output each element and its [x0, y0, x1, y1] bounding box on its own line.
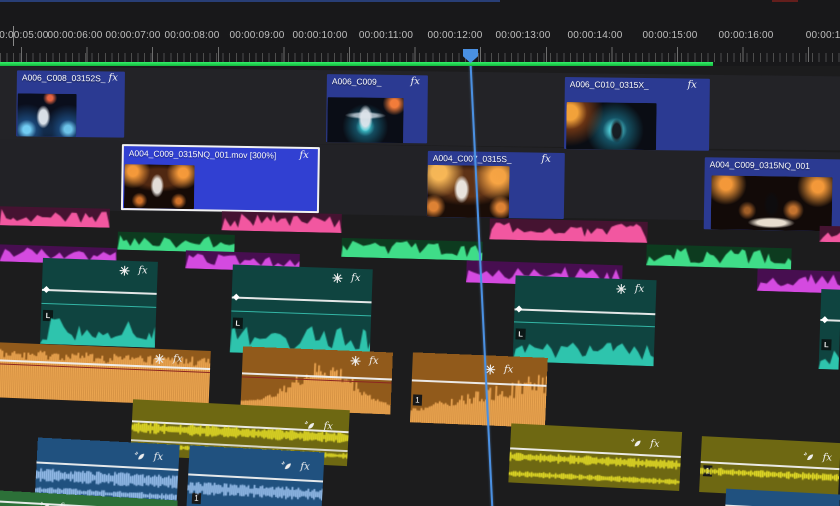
- video-clip[interactable]: A006_C010_0315X_ fx: [564, 77, 710, 151]
- fx-badge: fx: [634, 283, 645, 295]
- rendered-preview-bar: [0, 62, 713, 66]
- fx-badge: fx: [368, 355, 379, 367]
- audio-clip[interactable]: [0, 206, 110, 228]
- ruler-minor-ticks: [0, 53, 840, 62]
- fx-badge: fx: [138, 265, 148, 277]
- video-clip[interactable]: A006_C008_03152S_ fx: [16, 70, 125, 138]
- clip-thumbnail: [710, 175, 833, 232]
- channel-divider: [513, 321, 655, 328]
- volume-line[interactable]: [514, 308, 656, 315]
- clip-label: A004_C007_0315S_: [432, 152, 512, 165]
- waveform: [221, 211, 342, 233]
- clip-thumbnail: [123, 164, 195, 210]
- fx-badge: fx: [108, 72, 118, 84]
- clip-label: A006_C009_: [331, 76, 382, 87]
- waveform: [819, 225, 840, 243]
- video-clip[interactable]: A004_C007_0315S_ fx: [426, 150, 565, 220]
- fx-badge: fx: [541, 153, 551, 165]
- waveform: [410, 359, 548, 428]
- ruler-timecode: 00:00:13:00: [495, 30, 551, 41]
- audio-clip[interactable]: fx L: [39, 257, 158, 348]
- audio-clip[interactable]: fx: [0, 342, 211, 407]
- audio-clip[interactable]: [489, 218, 648, 243]
- waveform: [818, 344, 840, 370]
- volume-line[interactable]: [41, 288, 157, 295]
- fx-badge: fx: [410, 76, 420, 88]
- fx-badge: fx: [299, 149, 309, 162]
- clip-label: A004_C009_0315NQ_001.mov [300%]: [128, 148, 277, 161]
- star-badge-icon: [332, 272, 343, 283]
- ruler-timecode: 00:00:17: [805, 30, 840, 41]
- waveform: [508, 423, 683, 491]
- clip-label: A004_C009_0315NQ_001: [709, 159, 810, 171]
- audio-clip[interactable]: fx 1: [186, 445, 325, 506]
- star-badge-icon: [154, 353, 165, 364]
- ruler-timecode: 00:00:15:00: [642, 30, 698, 41]
- channel-divider: [231, 310, 372, 317]
- ruler-timecode: 00:00:05:00: [0, 30, 49, 41]
- waveform: [646, 244, 792, 270]
- source-channel-badge: 1: [412, 394, 423, 406]
- audio-track-5: fx fx fx 1: [0, 342, 840, 428]
- clip-label: A006_C010_0315X_: [569, 79, 649, 91]
- ruler-timecode: 00:00:10:00: [292, 30, 348, 41]
- waveform: [341, 237, 483, 261]
- ruler-timecode: 00:00:06:00: [47, 30, 103, 41]
- ruler-timecode: 00:00:07:00: [105, 30, 161, 41]
- fx-badge: fx: [503, 364, 514, 376]
- top-edge-highlight: [0, 0, 500, 2]
- waveform: [489, 218, 648, 243]
- ruler-timecode: 00:00:09:00: [229, 30, 285, 41]
- audio-clip[interactable]: [819, 225, 840, 243]
- top-edge-red: [772, 0, 798, 2]
- clip-thumbnail: [566, 102, 657, 151]
- keyframe-icon[interactable]: [821, 316, 829, 324]
- video-clip-selected[interactable]: A004_C009_0315NQ_001.mov [300%] fx: [120, 144, 320, 214]
- clip-thumbnail: [17, 93, 77, 138]
- waveform: [186, 445, 325, 506]
- ruler-timecode: 00:00:14:00: [567, 30, 623, 41]
- audio-clip[interactable]: [341, 237, 483, 261]
- waveform: [0, 206, 110, 228]
- timeline-ruler[interactable]: 00:00:05:00 00:00:06:00 00:00:07:00 00:0…: [0, 0, 840, 66]
- keyframe-icon[interactable]: [232, 293, 240, 301]
- ruler-timecode: 00:00:12:00: [427, 30, 483, 41]
- ruler-timecode: 00:00:08:00: [164, 30, 220, 41]
- star-badge-icon: [119, 265, 130, 276]
- keyframe-icon[interactable]: [42, 285, 50, 293]
- timeline-panel: A006_C008_03152S_ fx A006_C009_ fx A006_…: [0, 0, 840, 506]
- audio-clip[interactable]: fx L: [512, 275, 657, 367]
- audio-clip[interactable]: fx L: [229, 264, 373, 358]
- audio-clip[interactable]: fx 1: [699, 436, 840, 500]
- audio-clip[interactable]: [117, 231, 235, 253]
- ruler-timecode: 00:00:16:00: [718, 30, 774, 41]
- audio-clip[interactable]: L: [818, 289, 840, 370]
- fx-badge: fx: [687, 79, 697, 91]
- video-clip[interactable]: A006_C009_ fx: [326, 74, 428, 144]
- audio-clip[interactable]: [646, 244, 792, 270]
- video-clip[interactable]: A004_C009_0315NQ_001: [703, 157, 840, 232]
- audio-clip[interactable]: [221, 211, 342, 233]
- fx-badge: fx: [350, 272, 361, 284]
- volume-line[interactable]: [231, 296, 372, 304]
- waveform: [117, 231, 235, 253]
- star-badge-icon: [615, 283, 626, 294]
- waveform: [699, 436, 840, 500]
- keyframe-icon[interactable]: [515, 305, 523, 313]
- ruler-timecode: 00:00:11:00: [358, 30, 414, 41]
- audio-clip[interactable]: fx 1: [410, 352, 548, 428]
- channel-divider: [41, 302, 157, 308]
- clip-thumbnail: [426, 164, 510, 219]
- audio-track-2: [0, 226, 840, 270]
- waveform: [39, 316, 156, 348]
- clip-label: A006_C008_03152S_: [21, 72, 106, 84]
- audio-clip[interactable]: fx: [240, 346, 393, 415]
- fx-badge: fx: [172, 353, 183, 365]
- clip-thumbnail: [327, 97, 404, 144]
- star-badge-icon: [350, 355, 361, 366]
- audio-clip[interactable]: fx: [508, 423, 683, 491]
